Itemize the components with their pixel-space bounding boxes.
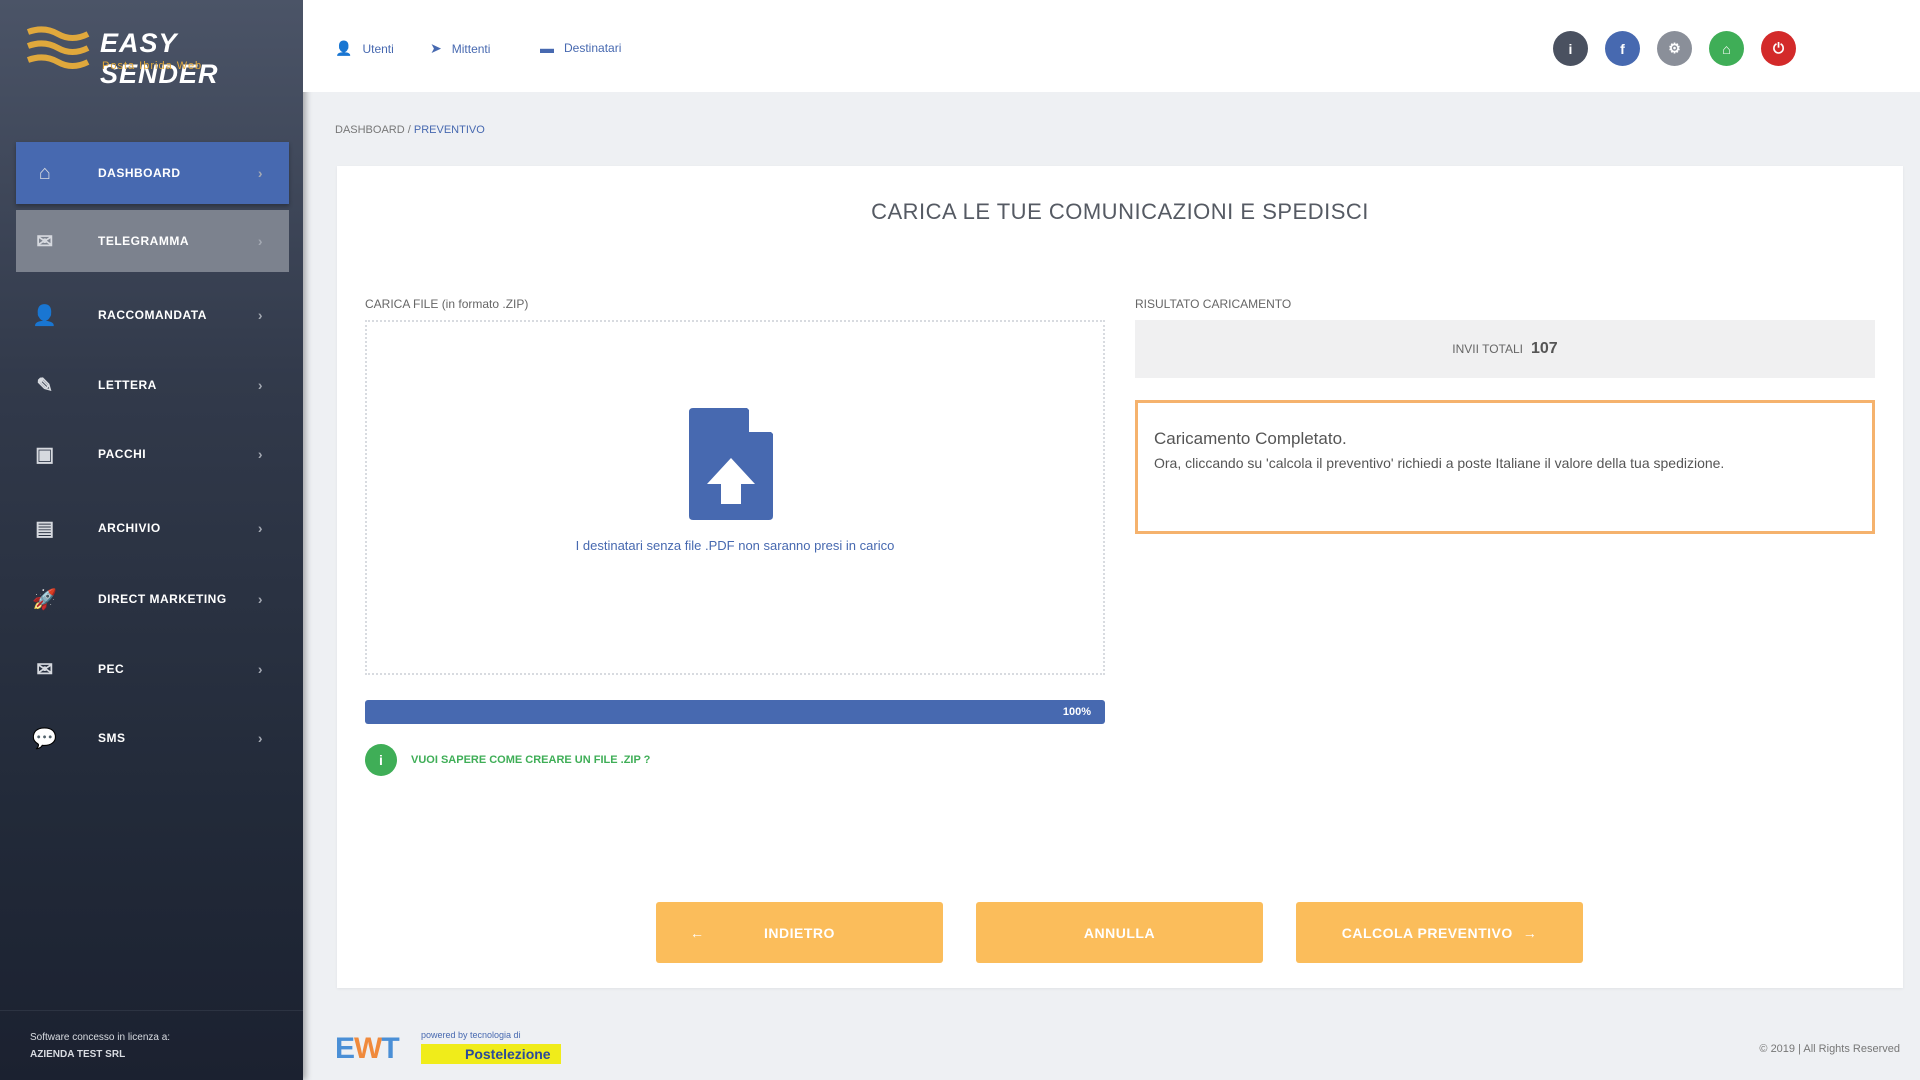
sidebar-item-label: RACCOMANDATA — [98, 308, 207, 322]
arrow-left-icon: ← — [690, 924, 705, 941]
next-label: CALCOLA PREVENTIVO — [1341, 924, 1513, 941]
sidebar-item-archivio[interactable]: ▤ ARCHIVIO › — [16, 497, 289, 559]
ewt-logo: EWT — [335, 1032, 400, 1065]
powered-by: powered by tecnologia di — [421, 1030, 521, 1040]
sidebar-item-label: SMS — [98, 731, 126, 745]
sidebar-item-label: DIRECT MARKETING — [98, 592, 227, 606]
zip-help-link[interactable]: i VUOI SAPERE COME CREARE UN FILE .ZIP ? — [365, 744, 650, 776]
sms-icon: 💬 — [32, 727, 58, 750]
upload-progress-bar: 100% — [365, 700, 1105, 724]
upload-label: CARICA FILE (in formato .ZIP) — [365, 297, 529, 311]
info-icon: i — [365, 744, 397, 776]
chevron-right-icon: › — [257, 233, 263, 249]
sidebar-item-label: TELEGRAMMA — [98, 234, 189, 248]
sidebar-item-telegramma[interactable]: ✉ TELEGRAMMA › — [16, 210, 289, 272]
brand-name: EASY SENDER — [100, 28, 219, 89]
telegram-icon: ✉ — [36, 230, 54, 253]
nav-utenti[interactable]: 👤 Utenti — [335, 40, 394, 57]
sidebar-item-lettera[interactable]: ✎ LETTERA › — [16, 354, 289, 416]
breadcrumb-current: PREVENTIVO — [413, 124, 485, 136]
nav-mittenti[interactable]: ➤ Mittenti — [430, 40, 490, 57]
nav-label: Utenti — [362, 41, 394, 56]
chevron-right-icon: › — [257, 446, 263, 462]
total-label: INVII TOTALI — [1452, 342, 1523, 356]
sidebar-item-raccomandata[interactable]: 👤 RACCOMANDATA › — [16, 284, 289, 346]
chevron-right-icon: › — [257, 591, 263, 607]
easy-sender-logo[interactable]: EASY SENDER Posta Ibrida Web — [24, 24, 284, 89]
back-button[interactable]: ← INDIETRO — [656, 902, 943, 963]
home-icon: ⌂ — [38, 161, 52, 184]
sidebar-item-label: ARCHIVIO — [98, 521, 161, 535]
license-label: Software concesso in licenza a: — [30, 1032, 171, 1043]
back-label: INDIETRO — [764, 924, 835, 941]
facebook-icon[interactable]: f — [1605, 31, 1640, 66]
archive-icon: ▤ — [35, 517, 55, 540]
alert-title: Caricamento Completato. — [1154, 429, 1347, 448]
nav-destinatari[interactable]: ▬ Destinatari — [540, 40, 621, 56]
pec-icon: ✉ — [36, 658, 54, 681]
result-label: RISULTATO CARICAMENTO — [1135, 297, 1292, 311]
progress-fill: 100% — [365, 700, 1105, 724]
chevron-right-icon: › — [257, 377, 263, 393]
top-header: 👤 Utenti ➤ Mittenti ▬ Destinatari i f ⚙ ⌂ ⏻ — [303, 0, 1920, 92]
nav-label: Destinatari — [564, 41, 622, 55]
license-holder: AZIENDA TEST SRL — [30, 1049, 126, 1060]
total-value: 107 — [1530, 340, 1558, 357]
chevron-right-icon: › — [257, 730, 263, 746]
sidebar-item-pacchi[interactable]: ▣ PACCHI › — [16, 423, 289, 485]
upload-card: CARICA LE TUE COMUNICAZIONI E SPEDISCI C… — [337, 166, 1903, 988]
user-icon: 👤 — [32, 304, 58, 327]
license-info: Software concesso in licenza a: AZIENDA … — [0, 1010, 303, 1080]
total-sends: INVII TOTALI 107 — [1135, 320, 1875, 378]
breadcrumb-separator: / — [404, 124, 414, 136]
settings-icon[interactable]: ⚙ — [1657, 31, 1692, 66]
cancel-label: ANNULLA — [1083, 924, 1156, 941]
sidebar-item-label: PEC — [98, 662, 125, 676]
power-icon[interactable]: ⏻ — [1761, 31, 1796, 66]
alert-text: Ora, cliccando su 'calcola il preventivo… — [1154, 455, 1725, 471]
partner-logo: Postelezione — [421, 1044, 561, 1064]
home-icon[interactable]: ⌂ — [1709, 31, 1744, 66]
address-card-icon: ▬ — [540, 40, 554, 56]
info-icon[interactable]: i — [1553, 31, 1588, 66]
rocket-icon: 🚀 — [32, 588, 58, 611]
sidebar-item-direct-marketing[interactable]: 🚀 DIRECT MARKETING › — [16, 568, 289, 630]
chevron-right-icon: › — [257, 165, 263, 181]
help-text: VUOI SAPERE COME CREARE UN FILE .ZIP ? — [411, 754, 651, 766]
chevron-right-icon: › — [257, 307, 263, 323]
upload-complete-alert: Caricamento Completato. Ora, cliccando s… — [1135, 400, 1875, 534]
breadcrumb-root[interactable]: DASHBOARD — [335, 124, 405, 136]
calculate-quote-button[interactable]: CALCOLA PREVENTIVO → — [1296, 902, 1583, 963]
sidebar-item-pec[interactable]: ✉ PEC › — [16, 638, 289, 700]
cancel-button[interactable]: ANNULLA — [976, 902, 1263, 963]
copyright: © 2019 | All Rights Reserved — [1759, 1043, 1900, 1055]
file-dropzone[interactable]: I destinatari senza file .PDF non sarann… — [365, 320, 1105, 675]
page-title: CARICA LE TUE COMUNICAZIONI E SPEDISCI — [871, 199, 1369, 224]
sidebar-item-label: PACCHI — [98, 447, 147, 461]
sidebar-item-dashboard[interactable]: ⌂ DASHBOARD › — [16, 142, 289, 204]
letter-icon: ✎ — [36, 374, 54, 397]
brand-tagline: Posta Ibrida Web — [102, 60, 203, 72]
sidebar-item-sms[interactable]: 💬 SMS › — [16, 707, 289, 769]
sidebar-item-label: LETTERA — [98, 378, 157, 392]
file-upload-icon — [689, 408, 773, 520]
nav-label: Mittenti — [451, 41, 491, 56]
dropzone-hint: I destinatari senza file .PDF non sarann… — [575, 538, 895, 553]
logo-waves-icon — [26, 26, 90, 69]
user-icon: 👤 — [335, 40, 353, 56]
sidebar-item-label: DASHBOARD — [98, 166, 181, 180]
chevron-right-icon: › — [257, 520, 263, 536]
breadcrumb: DASHBOARD / PREVENTIVO — [335, 124, 485, 136]
package-icon: ▣ — [35, 443, 55, 466]
arrow-right-icon: → — [1522, 924, 1538, 941]
page-footer: EWT powered by tecnologia di Postelezion… — [303, 1010, 1920, 1080]
send-icon: ➤ — [430, 40, 442, 56]
chevron-right-icon: › — [257, 661, 263, 677]
sidebar: EASY SENDER Posta Ibrida Web ⌂ DASHBOARD ›… — [0, 0, 303, 1080]
